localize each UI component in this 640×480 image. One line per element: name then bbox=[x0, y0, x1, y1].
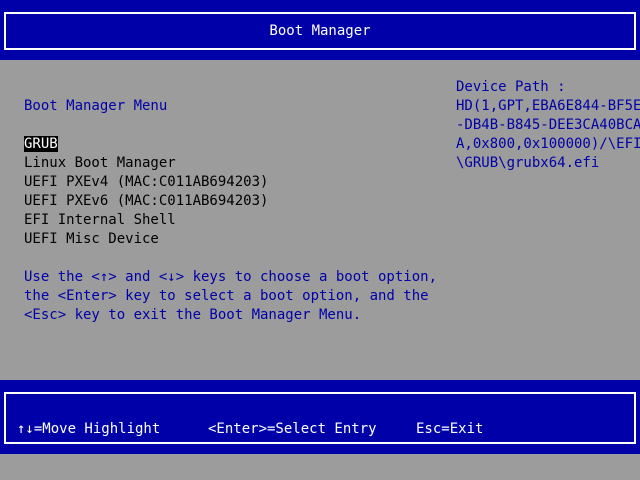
footer-bar: ↑↓=Move Highlight <Enter>=Select Entry E… bbox=[0, 380, 640, 454]
boot-option-grub[interactable]: GRUB bbox=[24, 135, 58, 154]
footer-move-hint: ↑↓=Move Highlight bbox=[17, 421, 161, 437]
device-path-line: -DB4B-B845-DEE3CA40BCA bbox=[456, 117, 640, 133]
boot-option-efi-internal-shell[interactable]: EFI Internal Shell bbox=[24, 211, 176, 230]
help-line: Use the <↑> and <↓> keys to choose a boo… bbox=[24, 269, 438, 285]
menu-title: Boot Manager Menu bbox=[24, 98, 168, 114]
device-path-line: HD(1,GPT,EBA6E844-BF5E bbox=[456, 98, 640, 114]
device-path-label: Device Path : bbox=[456, 79, 566, 95]
boot-option-linux-boot-manager[interactable]: Linux Boot Manager bbox=[24, 154, 176, 173]
header-bar: Boot Manager bbox=[0, 0, 640, 60]
footer-exit-hint: Esc=Exit bbox=[416, 421, 484, 437]
device-path-line: A,0x800,0x100000)/\EFI bbox=[456, 136, 640, 152]
boot-option-uefi-misc-device[interactable]: UEFI Misc Device bbox=[24, 230, 159, 249]
header-frame: Boot Manager bbox=[4, 12, 636, 50]
boot-option-uefi-pxev4[interactable]: UEFI PXEv4 (MAC:C011AB694203) bbox=[24, 173, 268, 192]
boot-option-uefi-pxev6[interactable]: UEFI PXEv6 (MAC:C011AB694203) bbox=[24, 192, 268, 211]
boot-option-label: GRUB bbox=[24, 136, 58, 152]
device-path-line: \GRUB\grubx64.efi bbox=[456, 155, 600, 171]
help-line: the <Enter> key to select a boot option,… bbox=[24, 288, 429, 304]
page-title: Boot Manager bbox=[269, 23, 371, 39]
footer-select-hint: <Enter>=Select Entry bbox=[208, 421, 377, 437]
help-line: <Esc> key to exit the Boot Manager Menu. bbox=[24, 307, 362, 323]
